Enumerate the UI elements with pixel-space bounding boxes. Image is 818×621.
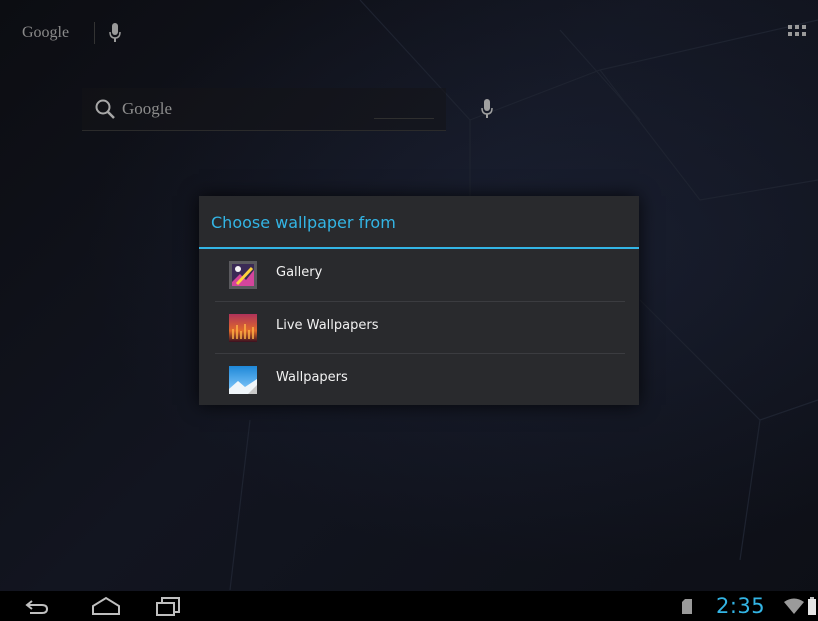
voice-search-icon[interactable] [480, 98, 494, 120]
search-underline [374, 118, 434, 119]
google-search-label[interactable]: Google [22, 24, 69, 42]
option-live-wallpapers[interactable]: Live Wallpapers [199, 302, 639, 353]
home-top-bar: Google [0, 0, 818, 60]
option-gallery[interactable]: Gallery [199, 249, 639, 300]
option-label: Live Wallpapers [276, 318, 379, 333]
live-wallpapers-icon [229, 314, 257, 342]
wallpapers-icon [229, 366, 257, 394]
dialog-title: Choose wallpaper from [211, 213, 396, 232]
battery-icon [808, 597, 816, 615]
top-divider [94, 22, 95, 44]
option-wallpapers[interactable]: Wallpapers [199, 354, 639, 405]
voice-search-icon[interactable] [108, 22, 122, 44]
system-bar: 2:35 [0, 591, 818, 621]
home-icon[interactable] [90, 595, 122, 617]
choose-wallpaper-dialog: Choose wallpaper from Gallery Live Wallp… [199, 196, 639, 405]
search-input[interactable]: Google [122, 99, 172, 119]
clock[interactable]: 2:35 [716, 594, 765, 618]
sd-card-icon [682, 599, 692, 614]
option-label: Gallery [276, 265, 323, 280]
google-search-widget[interactable]: Google [82, 88, 493, 131]
recent-apps-icon[interactable] [154, 595, 182, 617]
back-icon[interactable] [24, 595, 50, 617]
option-label: Wallpapers [276, 370, 348, 385]
gallery-icon [229, 261, 257, 289]
search-icon [95, 99, 115, 119]
wifi-icon [784, 598, 804, 614]
all-apps-icon[interactable] [788, 25, 810, 41]
